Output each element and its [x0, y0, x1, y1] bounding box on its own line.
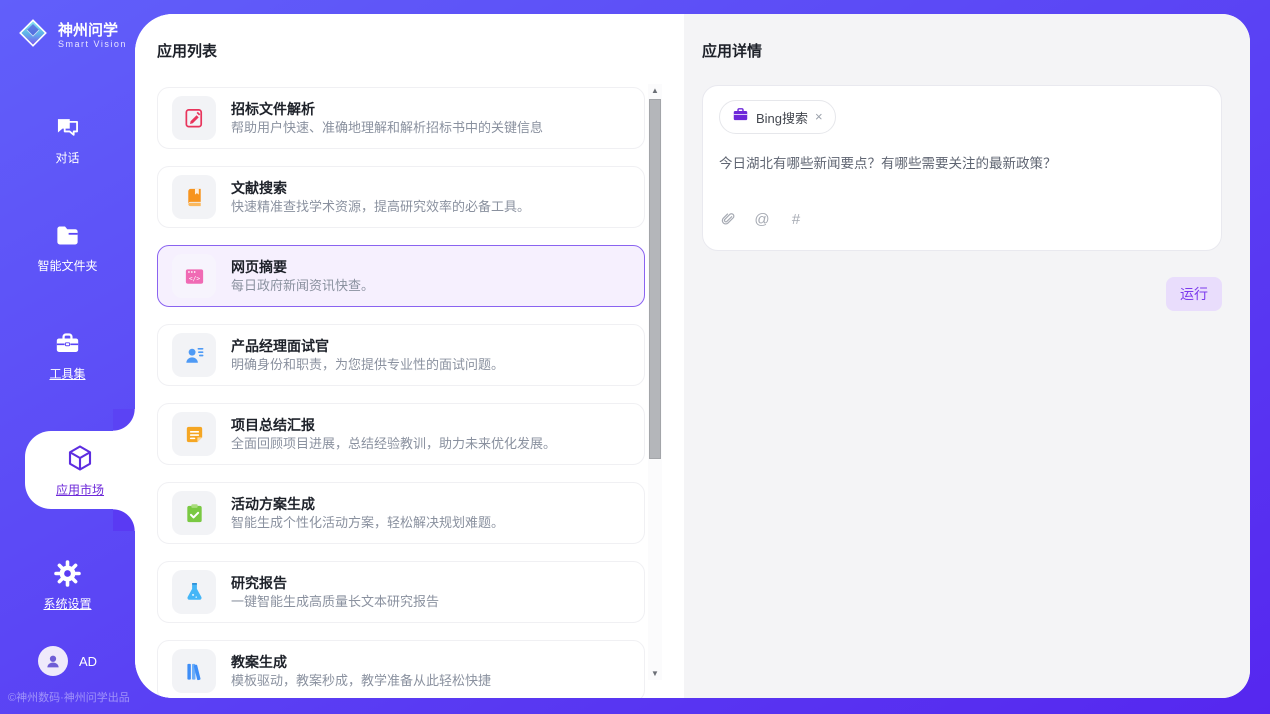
list-item-event-plan[interactable]: 活动方案生成 智能生成个性化活动方案，轻松解决规划难题。	[157, 482, 645, 544]
sidebar-item-label: 工具集	[49, 367, 85, 381]
browser-code-icon: </>	[172, 254, 216, 298]
user-account[interactable]: AD	[0, 646, 135, 676]
diamond-logo-icon	[16, 16, 50, 55]
app-title: 产品经理面试官	[231, 339, 504, 354]
scrollbar-track[interactable]	[649, 97, 661, 667]
app-title: 文献搜索	[231, 181, 530, 196]
app-detail-title: 应用详情	[702, 40, 1222, 61]
list-item-literature-search[interactable]: 文献搜索 快速精准查找学术资源，提高研究效率的必备工具。	[157, 166, 645, 228]
scroll-down-arrow-icon[interactable]: ▼	[648, 667, 662, 680]
list-item-web-summary[interactable]: </> 网页摘要 每日政府新闻资讯快查。	[157, 245, 645, 307]
tool-tag-label: Bing搜索	[756, 108, 808, 127]
app-desc: 智能生成个性化活动方案，轻松解决规划难题。	[231, 516, 504, 530]
person-avatar-icon	[38, 646, 68, 676]
sidebar-item-label: 对话	[55, 151, 79, 165]
copyright-footer: ©神州数码·神州问学出品	[8, 689, 130, 705]
list-item-lesson-plan[interactable]: 教案生成 模板驱动，教案秒成，教学准备从此轻松快捷	[157, 640, 645, 698]
app-desc: 一键智能生成高质量长文本研究报告	[231, 595, 439, 609]
sidebar-item-label: 系统设置	[43, 597, 91, 611]
clipboard-check-icon	[172, 491, 216, 535]
hash-topic-icon[interactable]: #	[787, 210, 805, 228]
gear-icon	[54, 560, 81, 590]
run-button[interactable]: 运行	[1166, 277, 1222, 311]
app-desc: 帮助用户快速、准确地理解和解析招标书中的关键信息	[231, 121, 543, 135]
brand-logo: 神州问学 Smart Vision	[16, 16, 135, 55]
book-icon	[172, 175, 216, 219]
app-title: 活动方案生成	[231, 497, 504, 512]
composer-toolbar: @ #	[719, 210, 1205, 228]
app-title: 网页摘要	[231, 260, 374, 275]
tool-tag-bing-search[interactable]: Bing搜索 ×	[719, 100, 836, 134]
run-row: 运行	[702, 277, 1222, 311]
app-desc: 全面回顾项目进展，总结经验教训，助力未来优化发展。	[231, 437, 556, 451]
list-item-bid-doc-analysis[interactable]: 招标文件解析 帮助用户快速、准确地理解和解析招标书中的关键信息	[157, 87, 645, 149]
app-title: 项目总结汇报	[231, 418, 556, 433]
main-surface: 应用列表 招标文件解析 帮助用户快速、准确地理解和解析招标书中的关键信息	[135, 14, 1250, 698]
app-title: 招标文件解析	[231, 102, 543, 117]
folder-icon	[54, 222, 81, 252]
list-item-project-summary[interactable]: 项目总结汇报 全面回顾项目进展，总结经验教训，助力未来优化发展。	[157, 403, 645, 465]
app-title: 教案生成	[231, 655, 491, 670]
brand-name: 神州问学	[58, 22, 127, 39]
toolbox-icon	[54, 330, 81, 360]
scrollbar-thumb[interactable]	[649, 99, 661, 459]
sidebar-nav: 对话 智能文件夹 工具集	[0, 107, 135, 661]
app-desc: 模板驱动，教案秒成，教学准备从此轻松快捷	[231, 674, 491, 688]
cube-icon	[65, 443, 95, 476]
brand-subtitle: Smart Vision	[58, 39, 127, 49]
svg-text:</>: </>	[188, 275, 199, 282]
sidebar-item-app-market[interactable]: 应用市场	[25, 431, 135, 509]
list-scrollbar[interactable]: ▲ ▼	[648, 84, 662, 680]
app-desc: 快速精准查找学术资源，提高研究效率的必备工具。	[231, 200, 530, 214]
books-icon	[172, 649, 216, 693]
app-list-title: 应用列表	[157, 40, 684, 61]
app-desc: 明确身份和职责，为您提供专业性的面试问题。	[231, 358, 504, 372]
sidebar-item-settings[interactable]: 系统设置	[0, 553, 135, 617]
user-name: AD	[79, 654, 97, 669]
scroll-up-arrow-icon[interactable]: ▲	[648, 84, 662, 97]
sidebar: 神州问学 Smart Vision 对话 智能文件夹	[0, 0, 135, 714]
briefcase-icon	[732, 106, 749, 128]
sidebar-item-smart-folder[interactable]: 智能文件夹	[0, 215, 135, 279]
interviewer-icon	[172, 333, 216, 377]
app-list: 招标文件解析 帮助用户快速、准确地理解和解析招标书中的关键信息 文献搜索 快速精…	[157, 87, 645, 698]
at-mention-icon[interactable]: @	[753, 210, 771, 228]
flask-icon	[172, 570, 216, 614]
query-text[interactable]: 今日湖北有哪些新闻要点？有哪些需要关注的最新政策？	[719, 152, 1205, 172]
app-desc: 每日政府新闻资讯快查。	[231, 279, 374, 293]
document-edit-icon	[172, 96, 216, 140]
chat-icon	[54, 114, 81, 144]
paperclip-icon[interactable]	[719, 210, 737, 228]
prompt-card: Bing搜索 × 今日湖北有哪些新闻要点？有哪些需要关注的最新政策？ @ #	[702, 85, 1222, 251]
app-list-panel: 应用列表 招标文件解析 帮助用户快速、准确地理解和解析招标书中的关键信息	[135, 14, 684, 698]
close-icon[interactable]: ×	[815, 112, 823, 122]
app-detail-panel: 应用详情 Bing搜索 × 今日湖北有哪些新闻要点？有哪些需要关注的最新政策？	[684, 14, 1250, 698]
sidebar-item-toolset[interactable]: 工具集	[0, 323, 135, 387]
sidebar-item-label: 应用市场	[56, 483, 104, 497]
list-item-research-report[interactable]: 研究报告 一键智能生成高质量长文本研究报告	[157, 561, 645, 623]
list-item-pm-interviewer[interactable]: 产品经理面试官 明确身份和职责，为您提供专业性的面试问题。	[157, 324, 645, 386]
note-report-icon	[172, 412, 216, 456]
app-title: 研究报告	[231, 576, 439, 591]
sidebar-item-chat[interactable]: 对话	[0, 107, 135, 171]
sidebar-item-label: 智能文件夹	[37, 259, 97, 273]
